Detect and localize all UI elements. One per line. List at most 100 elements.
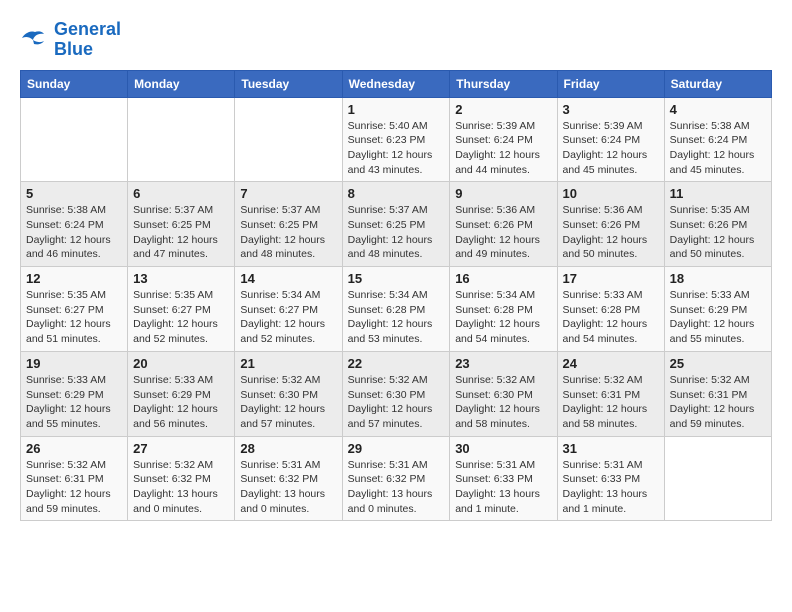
day-info: Sunrise: 5:40 AM Sunset: 6:23 PM Dayligh… (348, 119, 445, 178)
day-number: 26 (26, 441, 122, 456)
calendar-cell (664, 436, 771, 521)
calendar-cell: 3Sunrise: 5:39 AM Sunset: 6:24 PM Daylig… (557, 97, 664, 182)
day-info: Sunrise: 5:31 AM Sunset: 6:33 PM Dayligh… (455, 458, 551, 517)
day-info: Sunrise: 5:36 AM Sunset: 6:26 PM Dayligh… (563, 203, 659, 262)
day-number: 22 (348, 356, 445, 371)
calendar-week-row: 19 Sunrise: 5:33 AM Sunset: 6:29 PM Dayli… (21, 351, 772, 436)
day-number: 20 (133, 356, 229, 371)
calendar-cell: 30 Sunrise: 5:31 AM Sunset: 6:33 PM Dayli… (450, 436, 557, 521)
day-number: 31 (563, 441, 659, 456)
calendar-cell: 27 Sunrise: 5:32 AM Sunset: 6:32 PM Dayli… (128, 436, 235, 521)
calendar-cell: 16 Sunrise: 5:34 AM Sunset: 6:28 PM Dayli… (450, 267, 557, 352)
calendar-cell: 24 Sunrise: 5:32 AM Sunset: 6:31 PM Dayli… (557, 351, 664, 436)
calendar-week-row: 1 Sunrise: 5:40 AM Sunset: 6:23 PM Daylig… (21, 97, 772, 182)
calendar-cell: 4Sunrise: 5:38 AM Sunset: 6:24 PM Daylig… (664, 97, 771, 182)
calendar-cell: 19 Sunrise: 5:33 AM Sunset: 6:29 PM Dayli… (21, 351, 128, 436)
calendar-cell: 9 Sunrise: 5:36 AM Sunset: 6:26 PM Daylig… (450, 182, 557, 267)
logo-icon (20, 28, 50, 52)
day-info: Sunrise: 5:32 AM Sunset: 6:30 PM Dayligh… (240, 373, 336, 432)
day-number: 10 (563, 186, 659, 201)
calendar-cell: 7 Sunrise: 5:37 AM Sunset: 6:25 PM Daylig… (235, 182, 342, 267)
weekday-header: Saturday (664, 70, 771, 97)
day-number: 13 (133, 271, 229, 286)
day-info: Sunrise: 5:32 AM Sunset: 6:31 PM Dayligh… (563, 373, 659, 432)
calendar-cell (128, 97, 235, 182)
calendar-cell: 14Sunrise: 5:34 AM Sunset: 6:27 PM Dayli… (235, 267, 342, 352)
day-number: 15 (348, 271, 445, 286)
day-info: Sunrise: 5:39 AM Sunset: 6:24 PM Dayligh… (455, 119, 551, 178)
day-number: 28 (240, 441, 336, 456)
day-number: 12 (26, 271, 122, 286)
day-info: Sunrise: 5:31 AM Sunset: 6:32 PM Dayligh… (240, 458, 336, 517)
calendar-cell (21, 97, 128, 182)
logo: General Blue (20, 20, 121, 60)
weekday-header: Sunday (21, 70, 128, 97)
day-info: Sunrise: 5:35 AM Sunset: 6:27 PM Dayligh… (133, 288, 229, 347)
day-info: Sunrise: 5:36 AM Sunset: 6:26 PM Dayligh… (455, 203, 551, 262)
day-number: 6 (133, 186, 229, 201)
calendar-cell: 29 Sunrise: 5:31 AM Sunset: 6:32 PM Dayli… (342, 436, 450, 521)
calendar-cell: 10 Sunrise: 5:36 AM Sunset: 6:26 PM Dayli… (557, 182, 664, 267)
day-number: 11 (670, 186, 766, 201)
day-info: Sunrise: 5:32 AM Sunset: 6:31 PM Dayligh… (26, 458, 122, 517)
calendar-cell: 28 Sunrise: 5:31 AM Sunset: 6:32 PM Dayli… (235, 436, 342, 521)
weekday-header: Tuesday (235, 70, 342, 97)
calendar-cell: 13 Sunrise: 5:35 AM Sunset: 6:27 PM Dayli… (128, 267, 235, 352)
day-number: 5 (26, 186, 122, 201)
calendar-cell: 25 Sunrise: 5:32 AM Sunset: 6:31 PM Dayli… (664, 351, 771, 436)
calendar-week-row: 26 Sunrise: 5:32 AM Sunset: 6:31 PM Dayli… (21, 436, 772, 521)
day-info: Sunrise: 5:32 AM Sunset: 6:31 PM Dayligh… (670, 373, 766, 432)
weekday-header: Friday (557, 70, 664, 97)
day-number: 9 (455, 186, 551, 201)
day-info: Sunrise: 5:38 AM Sunset: 6:24 PM Dayligh… (670, 119, 766, 178)
day-info: Sunrise: 5:37 AM Sunset: 6:25 PM Dayligh… (133, 203, 229, 262)
day-number: 30 (455, 441, 551, 456)
calendar-cell: 2 Sunrise: 5:39 AM Sunset: 6:24 PM Daylig… (450, 97, 557, 182)
calendar-cell: 5Sunrise: 5:38 AM Sunset: 6:24 PM Daylig… (21, 182, 128, 267)
calendar-table: SundayMondayTuesdayWednesdayThursdayFrid… (20, 70, 772, 522)
day-info: Sunrise: 5:39 AM Sunset: 6:24 PM Dayligh… (563, 119, 659, 178)
day-number: 16 (455, 271, 551, 286)
calendar-cell: 6 Sunrise: 5:37 AM Sunset: 6:25 PM Daylig… (128, 182, 235, 267)
day-info: Sunrise: 5:31 AM Sunset: 6:32 PM Dayligh… (348, 458, 445, 517)
day-number: 14 (240, 271, 336, 286)
calendar-week-row: 12 Sunrise: 5:35 AM Sunset: 6:27 PM Dayli… (21, 267, 772, 352)
day-number: 21 (240, 356, 336, 371)
calendar-cell (235, 97, 342, 182)
calendar-header: SundayMondayTuesdayWednesdayThursdayFrid… (21, 70, 772, 97)
day-info: Sunrise: 5:34 AM Sunset: 6:28 PM Dayligh… (348, 288, 445, 347)
day-number: 8 (348, 186, 445, 201)
day-info: Sunrise: 5:35 AM Sunset: 6:26 PM Dayligh… (670, 203, 766, 262)
day-number: 2 (455, 102, 551, 117)
calendar-cell: 18Sunrise: 5:33 AM Sunset: 6:29 PM Dayli… (664, 267, 771, 352)
day-info: Sunrise: 5:35 AM Sunset: 6:27 PM Dayligh… (26, 288, 122, 347)
day-number: 18 (670, 271, 766, 286)
day-number: 1 (348, 102, 445, 117)
day-number: 27 (133, 441, 229, 456)
day-info: Sunrise: 5:33 AM Sunset: 6:29 PM Dayligh… (26, 373, 122, 432)
day-number: 7 (240, 186, 336, 201)
day-number: 25 (670, 356, 766, 371)
day-info: Sunrise: 5:34 AM Sunset: 6:28 PM Dayligh… (455, 288, 551, 347)
calendar-cell: 17Sunrise: 5:33 AM Sunset: 6:28 PM Dayli… (557, 267, 664, 352)
day-number: 29 (348, 441, 445, 456)
page-header: General Blue (20, 20, 772, 60)
day-info: Sunrise: 5:33 AM Sunset: 6:29 PM Dayligh… (133, 373, 229, 432)
day-info: Sunrise: 5:33 AM Sunset: 6:28 PM Dayligh… (563, 288, 659, 347)
weekday-header: Thursday (450, 70, 557, 97)
calendar-cell: 22 Sunrise: 5:32 AM Sunset: 6:30 PM Dayli… (342, 351, 450, 436)
day-number: 19 (26, 356, 122, 371)
calendar-cell: 31Sunrise: 5:31 AM Sunset: 6:33 PM Dayli… (557, 436, 664, 521)
day-info: Sunrise: 5:32 AM Sunset: 6:30 PM Dayligh… (348, 373, 445, 432)
calendar-cell: 12 Sunrise: 5:35 AM Sunset: 6:27 PM Dayli… (21, 267, 128, 352)
day-number: 24 (563, 356, 659, 371)
calendar-cell: 20 Sunrise: 5:33 AM Sunset: 6:29 PM Dayli… (128, 351, 235, 436)
calendar-cell: 15 Sunrise: 5:34 AM Sunset: 6:28 PM Dayli… (342, 267, 450, 352)
weekday-header: Wednesday (342, 70, 450, 97)
calendar-cell: 11 Sunrise: 5:35 AM Sunset: 6:26 PM Dayli… (664, 182, 771, 267)
calendar-cell: 23Sunrise: 5:32 AM Sunset: 6:30 PM Dayli… (450, 351, 557, 436)
day-info: Sunrise: 5:37 AM Sunset: 6:25 PM Dayligh… (240, 203, 336, 262)
calendar-week-row: 5Sunrise: 5:38 AM Sunset: 6:24 PM Daylig… (21, 182, 772, 267)
day-info: Sunrise: 5:32 AM Sunset: 6:32 PM Dayligh… (133, 458, 229, 517)
calendar-cell: 21 Sunrise: 5:32 AM Sunset: 6:30 PM Dayli… (235, 351, 342, 436)
